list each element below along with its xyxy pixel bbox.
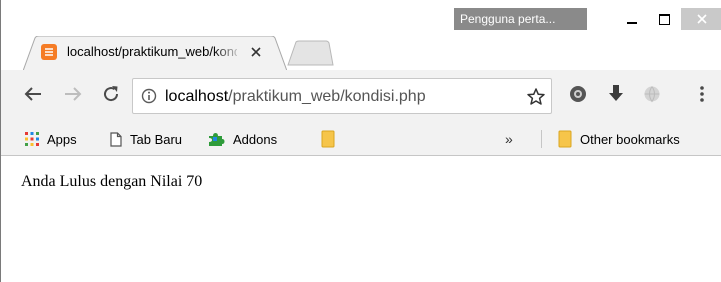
reload-icon [104,86,119,102]
tab-title-fade [213,40,243,62]
bookmark-tab-baru[interactable]: Tab Baru [110,129,182,149]
puzzle-icon [207,131,225,147]
back-button[interactable] [19,80,47,108]
bookmark-label: Tab Baru [130,131,183,147]
bookmarks-divider [541,130,542,148]
profile-button[interactable]: Pengguna perta... [454,8,587,30]
title-bar: Pengguna perta... localhost/praktikum_we… [1,0,721,71]
globe-icon [644,86,660,103]
browser-window: Pengguna perta... localhost/praktikum_we… [0,0,721,282]
forward-arrow-icon [65,87,82,101]
apps-grid-icon [25,132,39,146]
address-bar[interactable]: localhost/praktikum_web/kondisi.php [132,78,552,114]
folder-icon [321,130,335,148]
bookmark-label: Addons [233,131,278,147]
folder-icon [558,130,572,148]
url-host: localhost [165,88,229,105]
bookmarks-bar: Apps Tab Baru Addons » Other bookmarks [1,122,721,156]
url-text[interactable]: localhost/praktikum_web/kondisi.php [165,87,426,107]
download-button[interactable] [602,80,630,108]
bookmark-folder[interactable] [321,129,343,149]
extension-globe-button[interactable] [638,80,666,108]
result-message: Anda Lulus dengan Nilai 70 [21,173,203,190]
page-content: Anda Lulus dengan Nilai 70 [2,157,721,282]
back-arrow-icon [24,87,41,101]
menu-button[interactable] [688,80,716,108]
close-icon [696,14,707,24]
info-icon[interactable] [141,88,157,104]
browser-tab[interactable]: localhost/praktikum_web/kondisi.php [23,36,287,71]
url-path: /praktikum_web/kondisi.php [228,88,426,105]
bookmark-addons[interactable]: Addons [207,129,277,149]
bookmark-star-icon[interactable] [526,87,546,107]
tab-title: localhost/praktikum_web/kondisi.php [67,44,237,59]
tab-close-icon[interactable] [249,45,263,59]
other-bookmarks-label: Other bookmarks [580,131,680,147]
extension-button[interactable] [564,80,592,108]
other-bookmarks[interactable]: Other bookmarks [558,129,680,149]
kebab-menu-icon [700,86,704,102]
new-tab-button[interactable] [286,40,334,66]
download-icon [609,85,623,101]
bookmark-apps[interactable]: Apps [25,129,77,149]
toolbar: localhost/praktikum_web/kondisi.php [1,70,721,122]
bookmark-label: Apps [47,131,77,147]
maximize-button[interactable] [649,8,679,30]
bookmarks-overflow-chevron[interactable]: » [505,129,513,149]
page-icon [110,131,122,147]
xampp-favicon-icon [41,44,57,60]
extension-icon [570,86,586,102]
close-window-button[interactable] [681,8,721,30]
reload-button[interactable] [97,80,125,108]
minimize-button[interactable] [617,8,647,30]
forward-button[interactable] [59,80,87,108]
